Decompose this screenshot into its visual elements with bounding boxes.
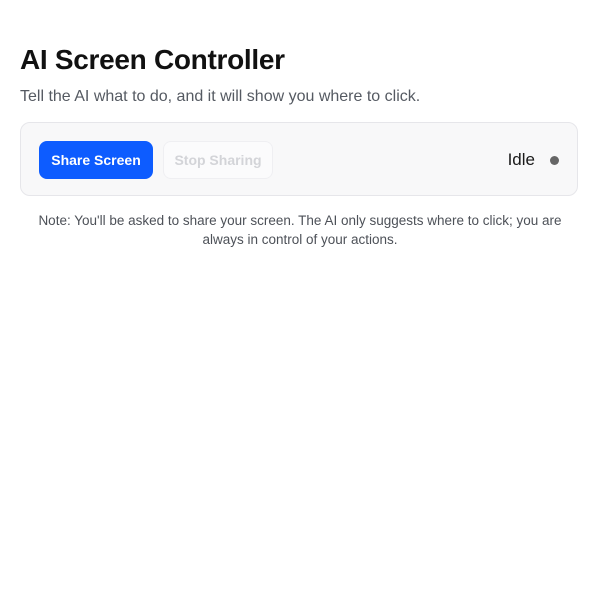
status-text: Idle — [507, 150, 535, 169]
privacy-note: Note: You'll be asked to share your scre… — [38, 213, 562, 247]
control-panel: Share Screen Stop Sharing Idle — [20, 122, 578, 196]
page: AI Screen Controller Tell the AI what to… — [0, 0, 600, 600]
page-title: AI Screen Controller — [20, 44, 285, 75]
status-dot-icon — [550, 155, 559, 165]
stop-sharing-button[interactable]: Stop Sharing — [163, 141, 273, 179]
status-indicator: Idle — [508, 149, 559, 171]
share-screen-button[interactable]: Share Screen — [39, 141, 153, 179]
page-subtitle: Tell the AI what to do, and it will show… — [20, 88, 421, 105]
